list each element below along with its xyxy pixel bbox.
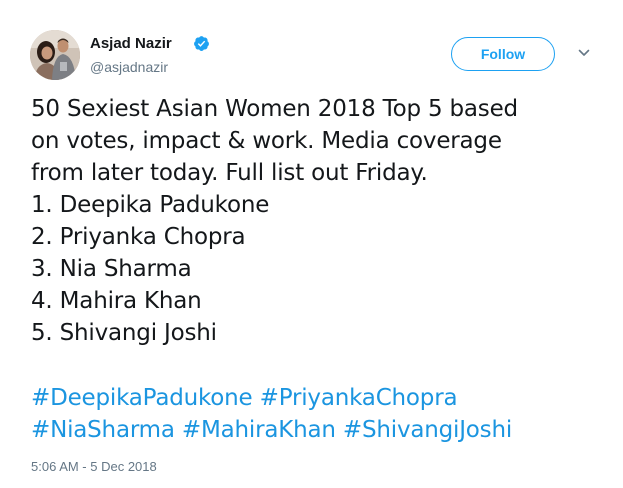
tweet-text-line: from later today. Full list out Friday. xyxy=(31,160,428,186)
hashtag-link[interactable]: #PriyankaChopra xyxy=(260,385,458,411)
tweet-text-line: 50 Sexiest Asian Women 2018 Top 5 based xyxy=(31,96,518,122)
list-item: 4. Mahira Khan xyxy=(31,288,202,314)
tweet-text: 50 Sexiest Asian Women 2018 Top 5 based … xyxy=(31,93,601,349)
tweet-timestamp[interactable]: 5:06 AM - 5 Dec 2018 xyxy=(31,459,157,474)
avatar-photo-icon xyxy=(30,30,80,80)
author-avatar[interactable] xyxy=(30,30,80,80)
list-item: 5. Shivangi Joshi xyxy=(31,320,217,346)
author-handle[interactable]: @asjadnazir xyxy=(90,59,168,75)
list-item: 3. Nia Sharma xyxy=(31,256,192,282)
hashtag-link[interactable]: #DeepikaPadukone xyxy=(31,385,253,411)
hashtag-row: #DeepikaPadukone #PriyankaChopra xyxy=(31,382,512,414)
hashtag-row: #NiaSharma #MahiraKhan #ShivangiJoshi xyxy=(31,414,512,446)
hashtag-block: #DeepikaPadukone #PriyankaChopra #NiaSha… xyxy=(31,382,512,446)
author-display-name[interactable]: Asjad Nazir xyxy=(90,35,172,52)
verified-badge-icon xyxy=(194,36,209,51)
chevron-down-icon[interactable] xyxy=(577,46,591,60)
list-item: 2. Priyanka Chopra xyxy=(31,224,246,250)
tweet-card: Asjad Nazir @asjadnazir Follow 50 Sexies… xyxy=(0,0,623,488)
list-item: 1. Deepika Padukone xyxy=(31,192,270,218)
follow-button[interactable]: Follow xyxy=(451,37,555,71)
tweet-text-line: on votes, impact & work. Media coverage xyxy=(31,128,502,154)
hashtag-link[interactable]: #NiaSharma xyxy=(31,417,175,443)
hashtag-link[interactable]: #MahiraKhan xyxy=(182,417,336,443)
hashtag-link[interactable]: #ShivangiJoshi xyxy=(343,417,512,443)
